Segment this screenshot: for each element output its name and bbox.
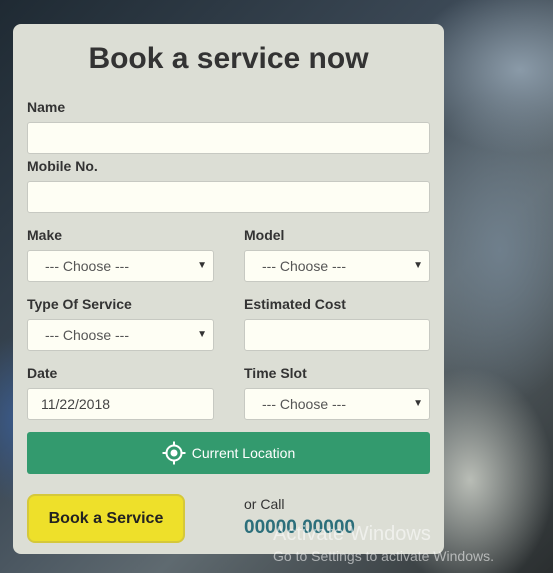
book-service-button[interactable]: Book a Service bbox=[27, 494, 185, 543]
model-selected-value: --- Choose --- bbox=[262, 258, 347, 274]
estimated-cost-input[interactable] bbox=[244, 319, 430, 351]
model-label: Model bbox=[244, 227, 285, 243]
current-location-button[interactable]: Current Location bbox=[27, 432, 430, 474]
watermark-subtitle: Go to Settings to activate Windows. bbox=[273, 548, 494, 564]
or-call-text: or Call bbox=[244, 496, 285, 512]
dropdown-arrow-icon: ▼ bbox=[413, 260, 423, 271]
watermark-title: Activate Windows bbox=[273, 523, 431, 545]
name-label: Name bbox=[27, 99, 66, 115]
crosshair-icon bbox=[162, 441, 186, 465]
date-input[interactable]: 11/22/2018 bbox=[27, 388, 214, 420]
time-slot-selected-value: --- Choose --- bbox=[262, 396, 347, 412]
time-slot-label: Time Slot bbox=[244, 365, 307, 381]
form-title: Book a service now bbox=[88, 42, 369, 75]
time-slot-select[interactable]: --- Choose --- ▼ bbox=[244, 388, 430, 420]
name-input[interactable] bbox=[27, 122, 430, 154]
make-label: Make bbox=[27, 227, 63, 243]
estimated-cost-label: Estimated Cost bbox=[244, 296, 346, 312]
booking-form-card: Book a service now Name Mobile No. Make … bbox=[13, 24, 444, 554]
mobile-input[interactable] bbox=[27, 181, 430, 213]
service-type-selected-value: --- Choose --- bbox=[45, 327, 130, 343]
mobile-label: Mobile No. bbox=[27, 158, 98, 174]
date-label: Date bbox=[27, 365, 58, 381]
model-select[interactable]: --- Choose --- ▼ bbox=[244, 250, 430, 282]
current-location-label: Current Location bbox=[191, 445, 296, 461]
make-selected-value: --- Choose --- bbox=[45, 258, 130, 274]
service-type-label: Type Of Service bbox=[27, 296, 132, 312]
service-type-select[interactable]: --- Choose --- ▼ bbox=[27, 319, 214, 351]
dropdown-arrow-icon: ▼ bbox=[197, 329, 207, 340]
make-select[interactable]: --- Choose --- ▼ bbox=[27, 250, 214, 282]
activate-windows-watermark: Activate Windows Go to Settings to activ… bbox=[273, 523, 494, 564]
dropdown-arrow-icon: ▼ bbox=[197, 260, 207, 271]
dropdown-arrow-icon: ▼ bbox=[413, 398, 423, 409]
